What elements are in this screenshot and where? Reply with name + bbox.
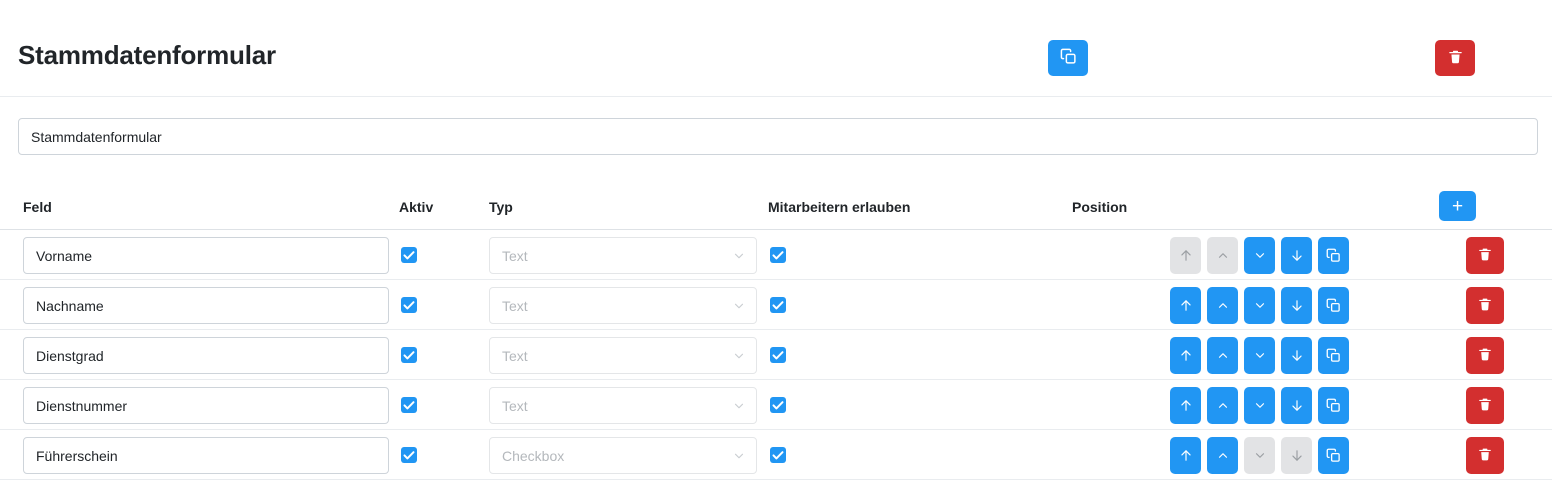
aktiv-checkbox[interactable] — [401, 247, 417, 263]
move-to-bottom-button[interactable] — [1281, 237, 1312, 274]
chevron-down-icon — [732, 299, 746, 313]
table-row: Text — [0, 380, 1552, 430]
column-header-typ: Typ — [489, 199, 513, 215]
move-up-button[interactable] — [1207, 337, 1238, 374]
trash-icon — [1478, 397, 1492, 415]
form-name-row — [18, 118, 1538, 155]
move-up-button[interactable] — [1207, 287, 1238, 324]
field-name-input[interactable] — [23, 437, 389, 474]
column-header-feld: Feld — [23, 199, 52, 215]
duplicate-form-button[interactable] — [1048, 40, 1088, 76]
move-down-button[interactable] — [1244, 387, 1275, 424]
move-to-bottom-button[interactable] — [1281, 287, 1312, 324]
delete-row-button[interactable] — [1466, 387, 1504, 424]
typ-select[interactable]: Text — [489, 287, 757, 324]
chevron-down-icon — [732, 449, 746, 463]
move-down-button[interactable] — [1244, 237, 1275, 274]
trash-icon — [1478, 447, 1492, 465]
delete-row-button[interactable] — [1466, 437, 1504, 474]
position-buttons — [1170, 287, 1349, 324]
field-name-input[interactable] — [23, 287, 389, 324]
duplicate-row-button[interactable] — [1318, 337, 1349, 374]
table-row: Checkbox — [0, 430, 1552, 480]
move-to-top-button[interactable] — [1170, 287, 1201, 324]
column-header-mitarbeitern: Mitarbeitern erlauben — [768, 199, 911, 215]
chevron-down-icon — [732, 349, 746, 363]
move-down-button[interactable] — [1244, 287, 1275, 324]
move-to-top-button[interactable] — [1170, 387, 1201, 424]
move-to-top-button — [1170, 237, 1201, 274]
delete-row-button[interactable] — [1466, 237, 1504, 274]
typ-select[interactable]: Text — [489, 337, 757, 374]
mitarbeitern-erlauben-checkbox[interactable] — [770, 297, 786, 313]
table-row: Text — [0, 330, 1552, 380]
move-to-bottom-button[interactable] — [1281, 387, 1312, 424]
move-to-top-button[interactable] — [1170, 337, 1201, 374]
add-field-button[interactable]: + — [1439, 191, 1476, 221]
duplicate-row-button[interactable] — [1318, 287, 1349, 324]
move-to-top-button[interactable] — [1170, 437, 1201, 474]
chevron-down-icon — [732, 399, 746, 413]
move-down-button[interactable] — [1244, 337, 1275, 374]
move-up-button[interactable] — [1207, 387, 1238, 424]
aktiv-checkbox[interactable] — [401, 347, 417, 363]
position-buttons — [1170, 237, 1349, 274]
move-up-button[interactable] — [1207, 437, 1238, 474]
typ-select[interactable]: Text — [489, 237, 757, 274]
mitarbeitern-erlauben-checkbox[interactable] — [770, 447, 786, 463]
chevron-down-icon — [732, 249, 746, 263]
table-header-row: Feld Aktiv Typ Mitarbeitern erlauben Pos… — [0, 182, 1552, 230]
aktiv-checkbox[interactable] — [401, 447, 417, 463]
position-buttons — [1170, 437, 1349, 474]
mitarbeitern-erlauben-checkbox[interactable] — [770, 347, 786, 363]
table-row: Text — [0, 280, 1552, 330]
field-name-input[interactable] — [23, 237, 389, 274]
fields-table: Feld Aktiv Typ Mitarbeitern erlauben Pos… — [0, 182, 1552, 480]
column-header-position: Position — [1072, 199, 1128, 215]
delete-row-button[interactable] — [1466, 337, 1504, 374]
aktiv-checkbox[interactable] — [401, 297, 417, 313]
typ-select-value: Checkbox — [502, 447, 565, 464]
trash-icon — [1448, 49, 1463, 68]
duplicate-row-button[interactable] — [1318, 387, 1349, 424]
table-row: Text — [0, 230, 1552, 280]
duplicate-row-button[interactable] — [1318, 237, 1349, 274]
typ-select-value: Text — [502, 397, 528, 414]
field-name-input[interactable] — [23, 337, 389, 374]
aktiv-checkbox[interactable] — [401, 397, 417, 413]
move-to-bottom-button — [1281, 437, 1312, 474]
page-header: Stammdatenformular — [0, 0, 1552, 97]
delete-form-button[interactable] — [1435, 40, 1475, 76]
mitarbeitern-erlauben-checkbox[interactable] — [770, 397, 786, 413]
form-builder-page: Stammdatenformular Feld Akt — [0, 0, 1552, 504]
typ-select-value: Text — [502, 247, 528, 264]
form-name-input[interactable] — [18, 118, 1538, 155]
mitarbeitern-erlauben-checkbox[interactable] — [770, 247, 786, 263]
move-up-button — [1207, 237, 1238, 274]
typ-select[interactable]: Checkbox — [489, 437, 757, 474]
trash-icon — [1478, 297, 1492, 315]
trash-icon — [1478, 347, 1492, 365]
duplicate-row-button[interactable] — [1318, 437, 1349, 474]
delete-row-button[interactable] — [1466, 287, 1504, 324]
field-name-input[interactable] — [23, 387, 389, 424]
move-to-bottom-button[interactable] — [1281, 337, 1312, 374]
position-buttons — [1170, 337, 1349, 374]
table-body: Text — [0, 230, 1552, 480]
position-buttons — [1170, 387, 1349, 424]
typ-select-value: Text — [502, 297, 528, 314]
trash-icon — [1478, 247, 1492, 265]
typ-select[interactable]: Text — [489, 387, 757, 424]
move-down-button — [1244, 437, 1275, 474]
page-title: Stammdatenformular — [18, 40, 276, 70]
column-header-aktiv: Aktiv — [399, 199, 434, 215]
copy-icon — [1060, 48, 1077, 68]
typ-select-value: Text — [502, 347, 528, 364]
